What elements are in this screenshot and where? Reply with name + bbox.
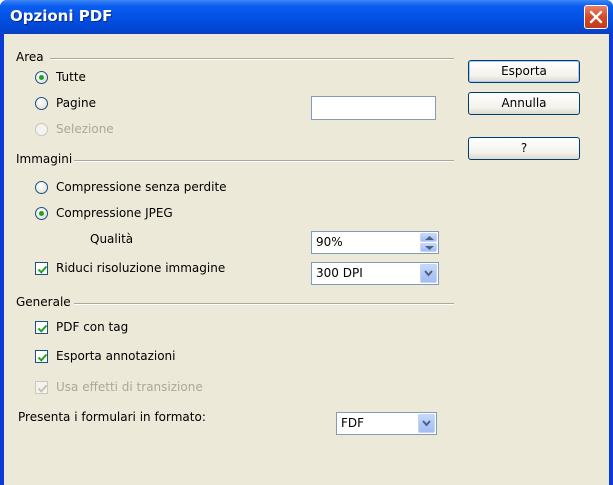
title-bar[interactable]: Opzioni PDF bbox=[0, 0, 613, 34]
resolution-dropdown[interactable]: 300 DPI bbox=[311, 262, 439, 285]
spinner-arrows-icon[interactable] bbox=[420, 233, 437, 252]
resolution-value: 300 DPI bbox=[316, 266, 363, 280]
radio-selection bbox=[35, 123, 48, 136]
transitions-checkbox bbox=[35, 381, 48, 394]
radio-lossless-label[interactable]: Compressione senza perdite bbox=[56, 180, 227, 194]
dialog-body: Area Tutte Pagine Selezione Immagini Com… bbox=[4, 34, 609, 485]
close-icon bbox=[589, 10, 603, 24]
radio-selection-label: Selezione bbox=[56, 122, 114, 136]
reduce-resolution-checkbox[interactable] bbox=[35, 262, 48, 275]
images-divider bbox=[74, 160, 454, 162]
check-icon bbox=[37, 384, 48, 393]
dialog-window: Opzioni PDF Area Tutte Pagine Selezione … bbox=[0, 0, 613, 485]
radio-lossless[interactable] bbox=[35, 181, 48, 194]
forms-format-value: FDF bbox=[341, 416, 365, 430]
reduce-resolution-label[interactable]: Riduci risoluzione immagine bbox=[56, 261, 225, 275]
export-notes-label[interactable]: Esporta annotazioni bbox=[56, 349, 175, 363]
resolution-dropdown-button[interactable] bbox=[420, 264, 437, 283]
chevron-down-icon bbox=[422, 420, 431, 427]
transitions-label: Usa effetti di transizione bbox=[56, 380, 203, 394]
radio-pages[interactable] bbox=[35, 97, 48, 110]
window-title: Opzioni PDF bbox=[10, 7, 113, 25]
check-icon bbox=[37, 353, 48, 362]
close-button[interactable] bbox=[584, 5, 608, 29]
pages-range-input[interactable] bbox=[311, 96, 436, 120]
check-icon bbox=[37, 265, 48, 274]
forms-format-dropdown-button[interactable] bbox=[418, 414, 435, 433]
radio-jpeg[interactable] bbox=[35, 207, 48, 220]
area-divider bbox=[50, 58, 454, 60]
tagged-pdf-checkbox[interactable] bbox=[35, 321, 48, 334]
forms-format-label: Presenta i formulari in formato: bbox=[18, 410, 206, 424]
spin-up-button[interactable] bbox=[420, 233, 437, 242]
quality-spinner[interactable]: 90% bbox=[311, 231, 439, 254]
quality-label: Qualità bbox=[90, 232, 134, 246]
cancel-button[interactable]: Annulla bbox=[468, 92, 580, 115]
export-button[interactable]: Esporta bbox=[468, 60, 580, 83]
radio-all-pages-label[interactable]: Tutte bbox=[56, 70, 86, 84]
radio-pages-label[interactable]: Pagine bbox=[56, 96, 96, 110]
arrow-down-icon bbox=[425, 246, 434, 250]
help-button[interactable]: ? bbox=[468, 137, 580, 160]
radio-all-pages[interactable] bbox=[35, 71, 48, 84]
tagged-pdf-label[interactable]: PDF con tag bbox=[56, 320, 128, 334]
radio-jpeg-label[interactable]: Compressione JPEG bbox=[56, 206, 173, 220]
general-divider bbox=[74, 303, 454, 305]
general-heading: Generale bbox=[16, 295, 71, 309]
images-heading: Immagini bbox=[16, 152, 73, 166]
arrow-up-icon bbox=[425, 236, 434, 240]
forms-format-dropdown[interactable]: FDF bbox=[336, 412, 437, 435]
area-heading: Area bbox=[16, 50, 44, 64]
check-icon bbox=[37, 324, 48, 333]
quality-value: 90% bbox=[316, 235, 343, 249]
chevron-down-icon bbox=[424, 270, 433, 277]
spin-down-button[interactable] bbox=[420, 243, 437, 252]
export-notes-checkbox[interactable] bbox=[35, 350, 48, 363]
